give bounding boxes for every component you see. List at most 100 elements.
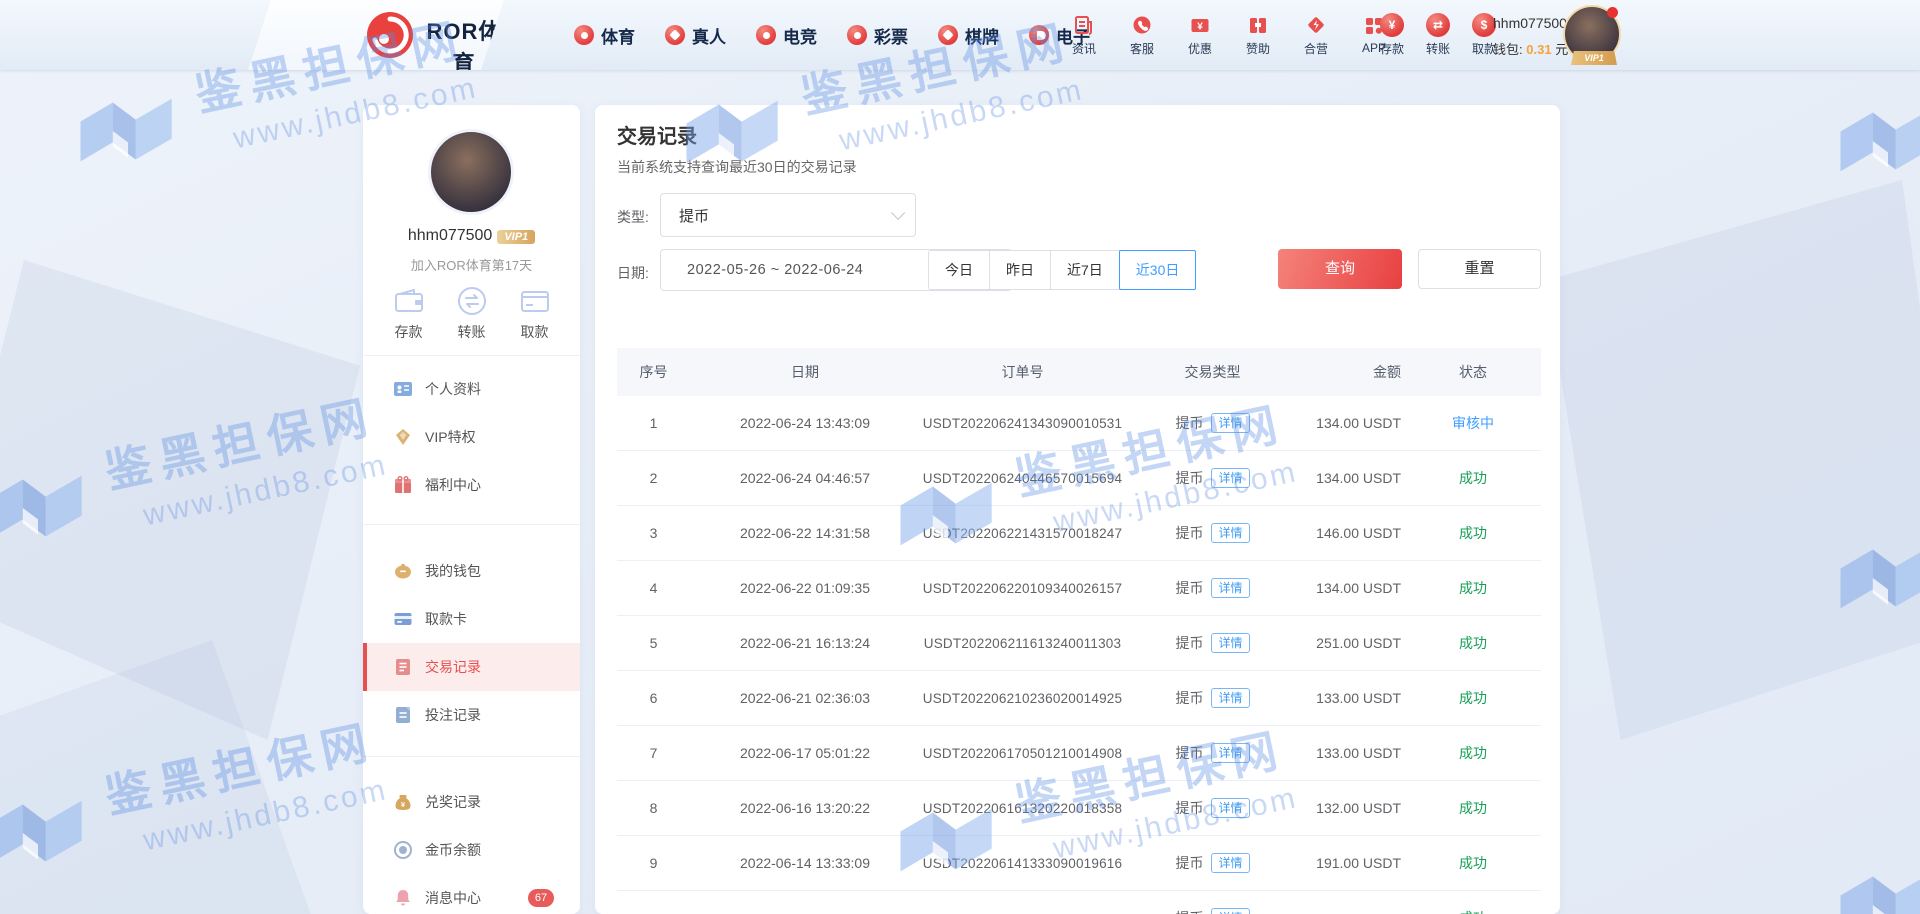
divider xyxy=(363,756,580,757)
detail-button[interactable]: 详情 xyxy=(1211,468,1250,488)
chevron-down-icon xyxy=(891,205,906,220)
logo[interactable]: ROR体育 ROR SPORTS xyxy=(248,0,504,70)
sidebar-item-bets[interactable]: 投注记录 xyxy=(363,691,580,739)
date-filter-label: 日期: xyxy=(617,265,649,281)
detail-button[interactable]: 详情 xyxy=(1211,578,1250,598)
sidebar-item-coin-balance[interactable]: 金币余额 xyxy=(363,826,580,874)
range-30days-button[interactable]: 近30日 xyxy=(1118,250,1197,290)
detail-button[interactable]: 详情 xyxy=(1211,908,1250,914)
notification-dot xyxy=(1607,7,1618,18)
main-nav: 体育 真人 电竞 彩票 棋牌 电子 xyxy=(574,0,1090,70)
sidebar-item-messages[interactable]: 消息中心 67 xyxy=(363,874,580,914)
column-date: 日期 xyxy=(791,364,819,380)
cell-status: 成功 xyxy=(1459,635,1487,651)
detail-button[interactable]: 详情 xyxy=(1211,523,1250,543)
partner-icon xyxy=(1308,16,1324,33)
cell-amount: 251.00 USDT xyxy=(1316,635,1401,651)
slots-pacman-icon xyxy=(1029,25,1049,45)
background-shape xyxy=(0,640,320,914)
quick-link-label: 优惠 xyxy=(1187,41,1212,56)
sidebar-item-rewards[interactable]: ¥ 兑奖记录 xyxy=(363,778,580,826)
cell-status: 成功 xyxy=(1459,800,1487,816)
cell-type: 提币详情 xyxy=(1125,468,1300,488)
query-button[interactable]: 查询 xyxy=(1278,249,1402,289)
nav-item-sports[interactable]: 体育 xyxy=(574,23,635,48)
cell-date: 2022-06-21 02:36:03 xyxy=(740,690,870,706)
vip-badge: VIP1 xyxy=(497,230,536,244)
cell-amount: 191.00 USDT xyxy=(1316,855,1401,871)
cell-no: 4 xyxy=(649,580,658,596)
type-select[interactable]: 提币 xyxy=(660,193,916,237)
message-count-badge: 67 xyxy=(528,889,554,907)
range-7days-button[interactable]: 近7日 xyxy=(1050,250,1120,290)
detail-button[interactable]: 详情 xyxy=(1211,633,1250,653)
deposit-button[interactable]: 存款 xyxy=(393,277,425,342)
cell-no: 6 xyxy=(649,690,658,706)
detail-button[interactable]: 详情 xyxy=(1211,798,1250,818)
range-yesterday-button[interactable]: 昨日 xyxy=(989,250,1051,290)
cell-type: 提币详情 xyxy=(1125,798,1300,818)
quick-links: 资讯 客服 ¥ 优惠 赞助 合营 APP xyxy=(1060,0,1398,70)
watermark-brand: 鉴黑担保网 xyxy=(100,714,381,823)
column-no: 序号 xyxy=(639,364,668,380)
transfer-button[interactable]: ⇄ 转账 xyxy=(1420,0,1456,70)
wallet-actions: ¥ 存款 ⇄ 转账 $ 取款 xyxy=(1374,0,1502,70)
cell-date: 2022-06-24 04:46:57 xyxy=(740,470,870,486)
nav-label: 棋牌 xyxy=(965,27,999,47)
bet-record-icon xyxy=(396,707,410,723)
transactions-table: 序号 日期 订单号 交易类型 金额 状态 1 2022-06-24 13:43:… xyxy=(617,348,1541,914)
table-row: 6 2022-06-21 02:36:03 USDT20220621023602… xyxy=(617,671,1541,726)
cell-order: USDT202206210236020014925 xyxy=(922,690,1123,706)
sidebar-item-welfare[interactable]: 福利中心 xyxy=(363,461,580,509)
quick-link-partner[interactable]: 合营 xyxy=(1292,0,1340,70)
top-header: ROR体育 ROR SPORTS 体育 真人 电竞 彩票 xyxy=(0,0,1920,70)
brand-swirl-icon xyxy=(367,12,413,58)
sidebar-item-label: 消息中心 xyxy=(425,890,481,906)
promo-ticket-icon: ¥ xyxy=(1191,18,1209,32)
type-label: 提币 xyxy=(1175,745,1204,761)
deposit-button[interactable]: ¥ 存款 xyxy=(1374,0,1410,70)
detail-button[interactable]: 详情 xyxy=(1211,688,1250,708)
cell-amount: 133.00 USDT xyxy=(1316,690,1401,706)
nav-item-lottery[interactable]: 彩票 xyxy=(847,23,908,48)
cell-date: 2022-06-22 14:31:58 xyxy=(740,525,870,541)
sidebar-item-profile[interactable]: 个人资料 xyxy=(363,365,580,413)
quick-link-news[interactable]: 资讯 xyxy=(1060,0,1108,70)
sidebar-quick-actions: 存款 转账 取款 xyxy=(363,277,580,342)
cell-type: 提币详情 xyxy=(1125,413,1300,433)
wallet-label: 钱包: xyxy=(1493,42,1523,57)
nav-item-esports[interactable]: 电竞 xyxy=(756,23,817,48)
detail-button[interactable]: 详情 xyxy=(1211,743,1250,763)
username: hhm077500 xyxy=(407,227,493,244)
cell-no: 2 xyxy=(649,470,658,486)
transfer-arrows-icon xyxy=(457,287,486,315)
table-row: 3 2022-06-22 14:31:58 USDT20220622143157… xyxy=(617,506,1541,561)
avatar[interactable]: VIP1 xyxy=(1563,5,1621,65)
withdraw-button[interactable]: 取款 xyxy=(519,277,551,342)
cell-date: 2022-06-21 16:13:24 xyxy=(740,635,870,651)
cell-status: 成功 xyxy=(1459,745,1487,761)
sidebar-item-vip[interactable]: VIP特权 xyxy=(363,413,580,461)
quick-link-support[interactable]: 客服 xyxy=(1118,0,1166,70)
transaction-record-icon xyxy=(396,659,410,675)
range-today-button[interactable]: 今日 xyxy=(928,250,990,290)
cell-order: USDT202206170501210014908 xyxy=(922,745,1123,761)
table-row: 4 2022-06-22 01:09:35 USDT20220622010934… xyxy=(617,561,1541,616)
nav-item-chess[interactable]: 棋牌 xyxy=(938,23,999,48)
page-title: 交易记录 xyxy=(617,126,697,148)
table-row: 5 2022-06-21 16:13:24 USDT20220621161324… xyxy=(617,616,1541,671)
quick-link-label: 赞助 xyxy=(1245,41,1270,56)
nav-item-live[interactable]: 真人 xyxy=(665,23,726,48)
transfer-button[interactable]: 转账 xyxy=(456,277,488,342)
quick-link-sponsor[interactable]: 赞助 xyxy=(1234,0,1282,70)
type-label: 提币 xyxy=(1175,910,1203,914)
gift-icon xyxy=(395,476,411,493)
sidebar-item-wallet[interactable]: 我的钱包 xyxy=(363,547,580,595)
reset-button[interactable]: 重置 xyxy=(1418,249,1541,289)
quick-link-promo[interactable]: ¥ 优惠 xyxy=(1176,0,1224,70)
detail-button[interactable]: 详情 xyxy=(1211,413,1250,433)
detail-button[interactable]: 详情 xyxy=(1211,853,1250,873)
sidebar-item-transactions[interactable]: 交易记录 xyxy=(363,643,580,691)
vip-diamond-icon xyxy=(396,429,410,445)
sidebar-item-withdraw-card[interactable]: 取款卡 xyxy=(363,595,580,643)
